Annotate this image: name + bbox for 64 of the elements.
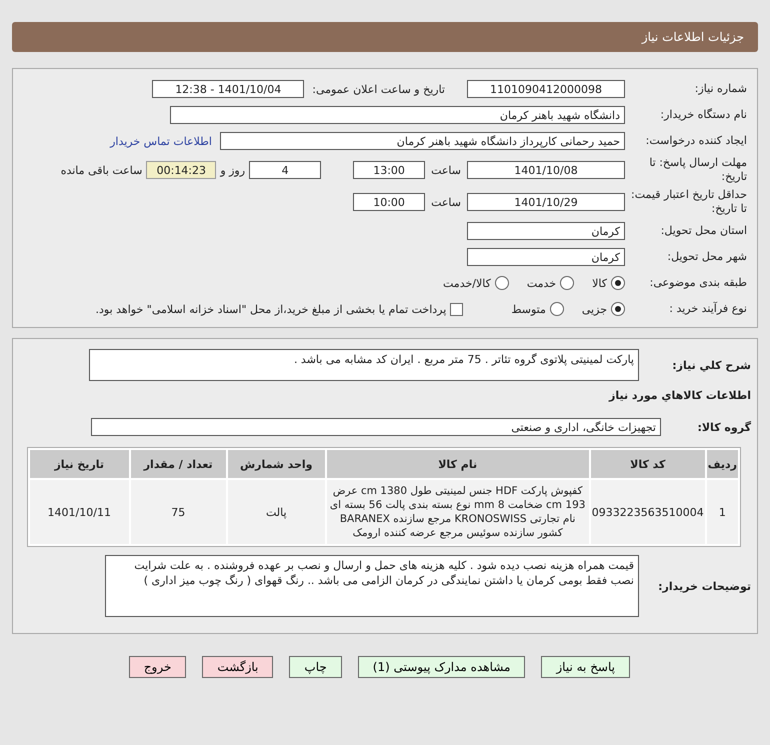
- field-label: نام دستگاه خریدار:: [659, 108, 748, 122]
- need-number-field: 1101090412000098: [467, 80, 625, 98]
- field-label: تاریخ و ساعت اعلان عمومی:: [312, 82, 445, 96]
- announce-date-field: 1401/10/04 - 12:38: [152, 80, 304, 98]
- option-label: متوسط: [511, 302, 546, 316]
- field-label: شهر محل تحویل:: [666, 250, 748, 264]
- radio-button[interactable]: [611, 276, 625, 290]
- table-cell: 1401/10/11: [30, 480, 129, 544]
- remaining-time-field: 00:14:23: [146, 161, 216, 179]
- radio-button[interactable]: [550, 302, 564, 316]
- radio-button[interactable]: [611, 302, 625, 316]
- column-header: تاریخ نیاز: [30, 450, 129, 478]
- validity-time-field: 10:00: [353, 193, 426, 211]
- action-button[interactable]: چاپ: [289, 656, 342, 678]
- field-label: توضیحات خریدار:: [657, 580, 752, 592]
- field-label: استان محل تحویل:: [660, 224, 748, 238]
- description-field: پارکت لمینیتی پلاتوی گروه تئاتر . 75 متر مربع . ایران کد مشابه می باشد .: [89, 349, 639, 381]
- field-label: ساعت: [431, 164, 461, 176]
- buyer-notes-field: قیمت همراه هزینه نصب دیده شود . کلیه هزینه های حمل و ارسال و نصب بر عهده فروشنده . به علت شرایت نصب فقط بومی کرمان یا داشتن نمایندگی در کرمان الزامی می باشد .. رنگ قهوای ( رنگ چوب میز اداری ): [105, 555, 639, 617]
- field-label: ساعت باقی مانده: [60, 164, 142, 176]
- checkbox[interactable]: [450, 302, 464, 316]
- field-label: شماره نیاز:: [694, 82, 748, 96]
- column-header: کد کالا: [590, 450, 705, 478]
- action-button[interactable]: مشاهده مدارک پیوستی (1): [358, 656, 526, 678]
- table-cell: 1: [706, 480, 738, 544]
- action-button[interactable]: پاسخ به نیاز: [541, 656, 630, 678]
- page-title: جزئیات اطلاعات نیاز: [642, 30, 744, 44]
- radio-button[interactable]: [494, 276, 509, 290]
- column-header: واحد شمارش: [228, 450, 325, 478]
- table-cell: 0933223563510004: [590, 480, 705, 544]
- field-label: گروه کالا:: [696, 420, 752, 434]
- days-field: 4: [249, 161, 322, 179]
- validity-date-field: 1401/10/29: [467, 193, 625, 211]
- deadline-time-field: 13:00: [353, 161, 426, 179]
- radio-button[interactable]: [560, 276, 574, 290]
- column-header: ردیف: [706, 450, 738, 478]
- buyer-contact-link[interactable]: اطلاعات تماس خریدار: [110, 134, 212, 148]
- option-label: کالا: [592, 276, 607, 290]
- column-header: نام کالا: [326, 450, 589, 478]
- action-button[interactable]: خروج: [128, 656, 186, 678]
- requester-field: حمید رحمانی کارپرداز دانشگاه شهید باهنر کرمان: [220, 132, 625, 150]
- option-label: کالا/خدمت: [443, 276, 491, 290]
- field-label: مهلت ارسال پاسخ: تا تاریخ:: [648, 156, 748, 184]
- buyer-org-field: دانشگاه شهید باهنر کرمان: [170, 106, 625, 124]
- option-label: جزیی: [582, 302, 607, 316]
- field-label: ساعت: [431, 196, 461, 208]
- deadline-date-field: 1401/10/08: [467, 161, 625, 179]
- goods-group-field: تجهیزات خانگی، اداری و صنعتی: [91, 418, 661, 436]
- field-label: ایجاد کننده درخواست:: [644, 134, 748, 148]
- city-field: کرمان: [467, 248, 625, 266]
- table-cell: پالت: [228, 480, 325, 544]
- section-title: اطلاعات کالاهاي مورد نياز: [609, 388, 752, 402]
- field-label: حداقل تاریخ اعتبار قیمت: تا تاریخ:: [630, 188, 748, 216]
- action-button[interactable]: بازگشت: [202, 656, 274, 678]
- table-cell: 75: [130, 480, 226, 544]
- checkbox-label: پرداخت تمام یا بخشی از مبلغ خرید،از محل "اسناد خزانه اسلامی" خواهد بود.: [96, 302, 446, 316]
- option-label: خدمت: [526, 276, 556, 290]
- column-header: تعداد / مقدار: [130, 450, 226, 478]
- field-label: طبقه بندی موضوعی:: [648, 276, 748, 290]
- field-label: شرح کلي نياز:: [671, 358, 752, 372]
- table-cell: کفپوش پارکت HDF جنس لمینیتی طول 1380 cm عرض 193 cm ضخامت 8 mm نوع بسته بندی پالت 56 بسته ای نام تجارتی KRONOSWISS مرجع سازنده BARANEX کشور سازنده سوئیس مرجع عرضه کننده ارومک: [326, 480, 589, 544]
- field-label: روز و: [220, 164, 246, 176]
- field-label: نوع فرآیند خرید :: [668, 302, 748, 316]
- province-field: کرمان: [467, 222, 625, 240]
